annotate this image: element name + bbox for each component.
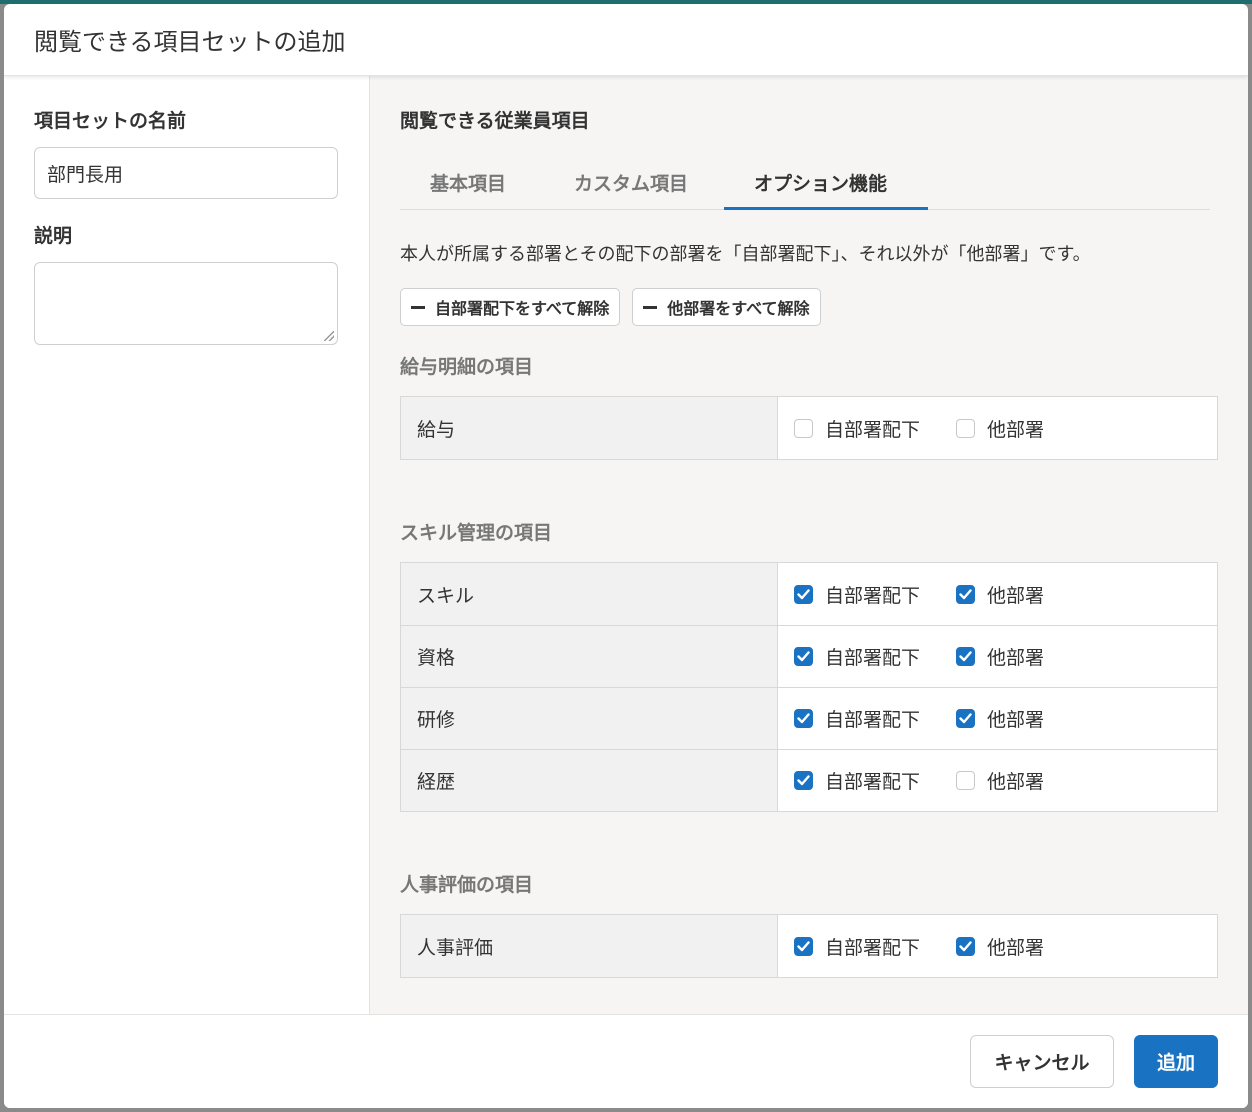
left-pane: 項目セットの名前 部門長用 説明	[4, 76, 370, 1014]
item-name: 経歴	[401, 750, 778, 811]
item-name: 研修	[401, 688, 778, 749]
group-title: スキル管理の項目	[400, 522, 553, 544]
group-title: 人事評価の項目	[400, 874, 534, 896]
other-dept-label: 他部署	[987, 584, 1045, 607]
item-name: 資格	[401, 626, 778, 687]
right-pane: 閲覧できる従業員項目 基本項目 カスタム項目 オプション機能 本人が所属する部署…	[370, 76, 1248, 1014]
description-field-label: 説明	[34, 225, 73, 247]
permission-table: 人事評価 自部署配下 他部署	[400, 914, 1218, 978]
other-dept-checkbox[interactable]: 他部署	[956, 643, 1044, 670]
own-dept-label: 自部署配下	[825, 771, 921, 793]
own-dept-checkbox[interactable]: 自部署配下	[794, 581, 956, 608]
other-dept-label: 他部署	[987, 771, 1045, 793]
tab-bar: 基本項目 カスタム項目 オプション機能	[400, 163, 1210, 210]
other-dept-checkbox[interactable]: 他部署	[956, 767, 1044, 794]
other-dept-checkbox[interactable]: 他部署	[956, 705, 1044, 732]
own-dept-checkbox[interactable]: 自部署配下	[794, 415, 956, 442]
resize-grip-icon[interactable]	[324, 331, 334, 341]
minus-icon	[411, 305, 425, 309]
checkbox-icon[interactable]	[794, 936, 813, 956]
add-item-set-modal: 閲覧できる項目セットの追加 項目セットの名前 部門長用 説明 閲覧できる従業員項…	[4, 4, 1248, 1108]
modal-title: 閲覧できる項目セットの追加	[34, 28, 346, 56]
other-dept-checkbox[interactable]: 他部署	[956, 415, 1044, 442]
tab-custom-items[interactable]: カスタム項目	[544, 163, 724, 209]
table-row: スキル 自部署配下 他部署	[401, 563, 1217, 625]
own-dept-label: 自部署配下	[825, 584, 921, 607]
own-dept-label: 自部署配下	[825, 647, 921, 669]
table-row: 人事評価 自部署配下 他部署	[401, 915, 1217, 977]
scope-cell: 自部署配下 他部署	[778, 688, 1217, 749]
scope-cell: 自部署配下 他部署	[778, 626, 1217, 687]
scope-cell: 自部署配下 他部署	[778, 397, 1217, 459]
checkbox-icon[interactable]	[794, 584, 813, 604]
own-dept-checkbox[interactable]: 自部署配下	[794, 767, 956, 794]
cancel-button[interactable]: キャンセル	[970, 1035, 1114, 1088]
checkbox-icon[interactable]	[794, 647, 813, 666]
scope-cell: 自部署配下 他部署	[778, 563, 1217, 625]
tab-option-features[interactable]: オプション機能	[724, 163, 928, 210]
clear-other-dept-button[interactable]: 他部署をすべて解除	[632, 288, 821, 326]
own-dept-label: 自部署配下	[825, 418, 921, 441]
employee-items-heading: 閲覧できる従業員項目	[400, 110, 590, 132]
checkbox-icon[interactable]	[794, 709, 813, 728]
permission-table: スキル 自部署配下 他部署 資格 自部署配下 他部署 研修 自部署配下 他部署 経歴 自部署配下 他部…	[400, 562, 1218, 812]
item-name: 人事評価	[401, 915, 778, 977]
checkbox-icon[interactable]	[794, 418, 813, 438]
table-row: 経歴 自部署配下 他部署	[401, 749, 1217, 811]
modal-body: 項目セットの名前 部門長用 説明 閲覧できる従業員項目 基本項目 カスタム項目 …	[4, 76, 1248, 1014]
checkbox-icon[interactable]	[956, 418, 975, 438]
other-dept-label: 他部署	[987, 709, 1045, 731]
name-field-label: 項目セットの名前	[34, 110, 187, 132]
other-dept-checkbox[interactable]: 他部署	[956, 933, 1044, 960]
permission-groups: 給与明細の項目 給与 自部署配下 他部署 スキル管理の項目 スキル 自部署配下 他部署 資格 自部…	[400, 352, 1218, 978]
other-dept-checkbox[interactable]: 他部署	[956, 581, 1044, 608]
own-dept-checkbox[interactable]: 自部署配下	[794, 705, 956, 732]
tab-basic-items[interactable]: 基本項目	[400, 163, 544, 209]
other-dept-label: 他部署	[987, 647, 1045, 669]
checkbox-icon[interactable]	[956, 771, 975, 790]
checkbox-icon[interactable]	[956, 709, 975, 728]
item-set-name-input[interactable]: 部門長用	[34, 147, 338, 199]
checkbox-icon[interactable]	[794, 771, 813, 790]
own-dept-label: 自部署配下	[825, 709, 921, 731]
item-name: スキル	[401, 563, 778, 625]
minus-icon	[643, 305, 658, 309]
bulk-clear-buttons: 自部署配下をすべて解除 他部署をすべて解除	[400, 288, 1218, 326]
other-dept-label: 他部署	[987, 936, 1045, 959]
item-name: 給与	[401, 397, 778, 459]
modal-header: 閲覧できる項目セットの追加	[4, 4, 1248, 76]
scope-cell: 自部署配下 他部署	[778, 915, 1217, 977]
permission-table: 給与 自部署配下 他部署	[400, 396, 1218, 460]
table-row: 資格 自部署配下 他部署	[401, 625, 1217, 687]
scope-cell: 自部署配下 他部署	[778, 750, 1217, 811]
other-dept-label: 他部署	[987, 418, 1045, 441]
description-textarea[interactable]	[34, 262, 338, 345]
add-button[interactable]: 追加	[1134, 1035, 1218, 1088]
checkbox-icon[interactable]	[956, 647, 975, 666]
clear-other-dept-label: 他部署をすべて解除	[667, 299, 810, 318]
scope-description: 本人が所属する部署とその配下の部署を「自部署配下」、それ以外が「他部署」です。	[400, 244, 1091, 265]
own-dept-checkbox[interactable]: 自部署配下	[794, 933, 956, 960]
table-row: 研修 自部署配下 他部署	[401, 687, 1217, 749]
table-row: 給与 自部署配下 他部署	[401, 397, 1217, 459]
checkbox-icon[interactable]	[956, 936, 975, 956]
own-dept-checkbox[interactable]: 自部署配下	[794, 643, 956, 670]
clear-own-dept-button[interactable]: 自部署配下をすべて解除	[400, 288, 621, 326]
clear-own-dept-label: 自部署配下をすべて解除	[435, 299, 610, 318]
own-dept-label: 自部署配下	[825, 936, 921, 959]
group-title: 給与明細の項目	[400, 356, 534, 378]
modal-footer: キャンセル 追加	[4, 1014, 1248, 1108]
checkbox-icon[interactable]	[956, 584, 975, 604]
